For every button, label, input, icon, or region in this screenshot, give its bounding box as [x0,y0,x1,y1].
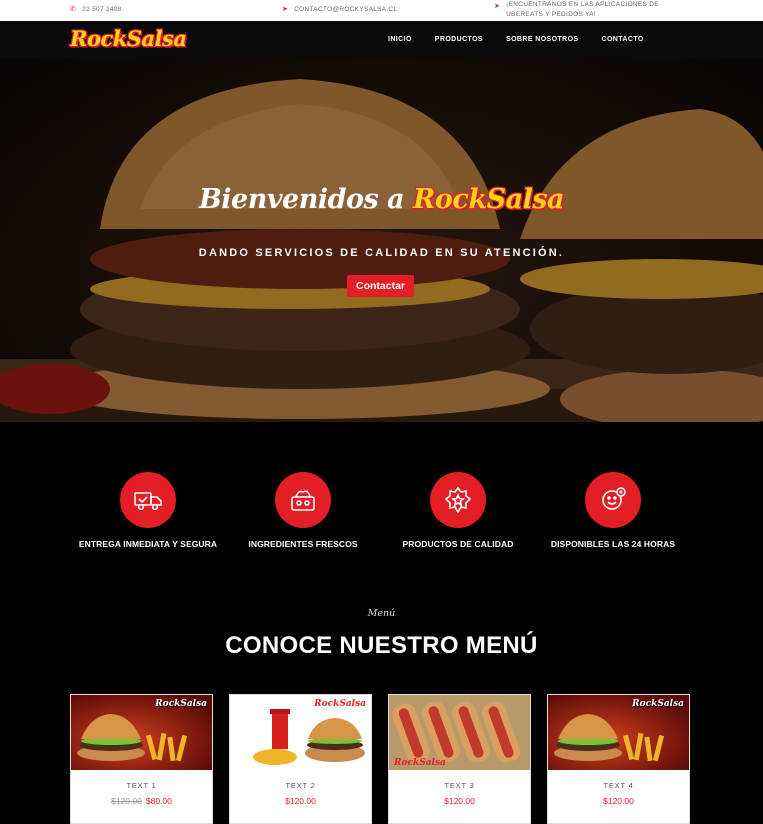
phone-icon: ✆ [70,6,77,13]
nav-link-contacto[interactable]: CONTACTO [602,36,644,43]
menu-item-prices: $120.00 [389,796,530,806]
feature-delivery: ENTREGA INMEDIATA Y SEGURA [68,472,228,549]
nav-link-sobre-nosotros[interactable]: SOBRE NOSOTROS [506,36,579,43]
feature-fresh: INGREDIENTES FRESCOS [223,472,383,549]
hero-banner: Bienvenidos a RockSalsa DANDO SERVICIOS … [0,59,763,422]
main-navbar: RockSalsa INICIO PRODUCTOS SOBRE NOSOTRO… [0,21,763,59]
feature-24h: DISPONIBLES LAS 24 HORAS [533,472,693,549]
menu-item-prices: $120.00 [548,796,689,806]
top-info-bar: ✆ 22 507 2408 ➤ CONTACTO@ROCKYSALSA.CL ➤… [0,0,763,21]
menu-item-name: TEXT 1 [126,781,157,790]
hero-title: Bienvenidos a RockSalsa [0,184,763,215]
nav-links: INICIO PRODUCTOS SOBRE NOSOTROS CONTACTO [388,36,644,43]
menu-item-old-price: $120.00 [111,796,142,806]
quality-badge-icon [430,472,486,528]
feature-label: PRODUCTOS DE CALIDAD [402,539,514,549]
hero-burger-image [0,59,763,422]
apps-text-line2: UBEREATS Y PEDIDOS YA! [506,10,596,18]
hero-title-brand: RockSalsa [412,184,565,215]
menu-card[interactable]: RockSalsa TEXT 4 $120.00 [547,694,690,824]
menu-item-name: TEXT 3 [444,781,475,790]
email-address: CONTACTO@ROCKYSALSA.CL [294,5,398,13]
features-section: ENTREGA INMEDIATA Y SEGURA INGREDIENTES … [0,422,763,582]
menu-item-image: RockSalsa [71,695,212,770]
image-logo: RockSalsa [314,699,366,709]
menu-title: CONOCE NUESTRO MENÚ [225,632,538,659]
menu-item-image: RockSalsa [548,695,689,770]
support-24h-icon [585,472,641,528]
delivery-truck-icon [120,472,176,528]
feature-label: ENTREGA INMEDIATA Y SEGURA [78,539,218,549]
menu-item-prices: $120.00 $80.00 [71,796,212,806]
menu-item-prices: $120.00 [230,796,371,806]
menu-item-price: $120.00 [444,796,475,806]
menu-item-image: RockSalsa [389,695,530,770]
contact-button[interactable]: Contactar [347,275,414,297]
feature-label: INGREDIENTES FRESCOS [248,539,358,549]
image-logo: RockSalsa [394,758,446,768]
menu-item-image: RockSalsa [230,695,371,770]
menu-item-name: TEXT 2 [285,781,316,790]
send-icon: ➤ [494,3,501,10]
menu-item-name: TEXT 4 [603,781,634,790]
hero-title-prefix: Bienvenidos a [198,184,405,215]
menu-eyebrow: Menú [367,608,396,619]
menu-card[interactable]: RockSalsa TEXT 1 $120.00 $80.00 [70,694,213,824]
email-info[interactable]: ➤ CONTACTO@ROCKYSALSA.CL [282,5,398,14]
phone-number: 22 507 2408 [82,5,122,13]
menu-item-price: $80.00 [145,796,172,806]
nav-link-productos[interactable]: PRODUCTOS [435,36,483,43]
fresh-ingredients-icon [275,472,331,528]
feature-quality: PRODUCTOS DE CALIDAD [378,472,538,549]
apps-info: ➤ ¡ENCUENTRANOS EN LAS APLICACIONES DE U… [494,0,664,19]
send-icon: ➤ [282,6,289,13]
site-logo[interactable]: RockSalsa [70,26,187,51]
nav-link-inicio[interactable]: INICIO [388,36,412,43]
menu-item-price: $120.00 [285,796,316,806]
menu-card[interactable]: RockSalsa TEXT 2 $120.00 [229,694,372,824]
apps-text-line1: ¡ENCUENTRANOS EN LAS APLICACIONES DE [506,1,659,8]
feature-label: DISPONIBLES LAS 24 HORAS [550,539,676,549]
image-logo: RockSalsa [155,699,207,709]
menu-item-price: $120.00 [603,796,634,806]
phone-info[interactable]: ✆ 22 507 2408 [70,5,122,14]
hero-subtitle: DANDO SERVICIOS DE CALIDAD EN SU ATENCIÓ… [198,247,565,259]
image-logo: RockSalsa [632,699,684,709]
menu-card[interactable]: RockSalsa TEXT 3 $120.00 [388,694,531,824]
